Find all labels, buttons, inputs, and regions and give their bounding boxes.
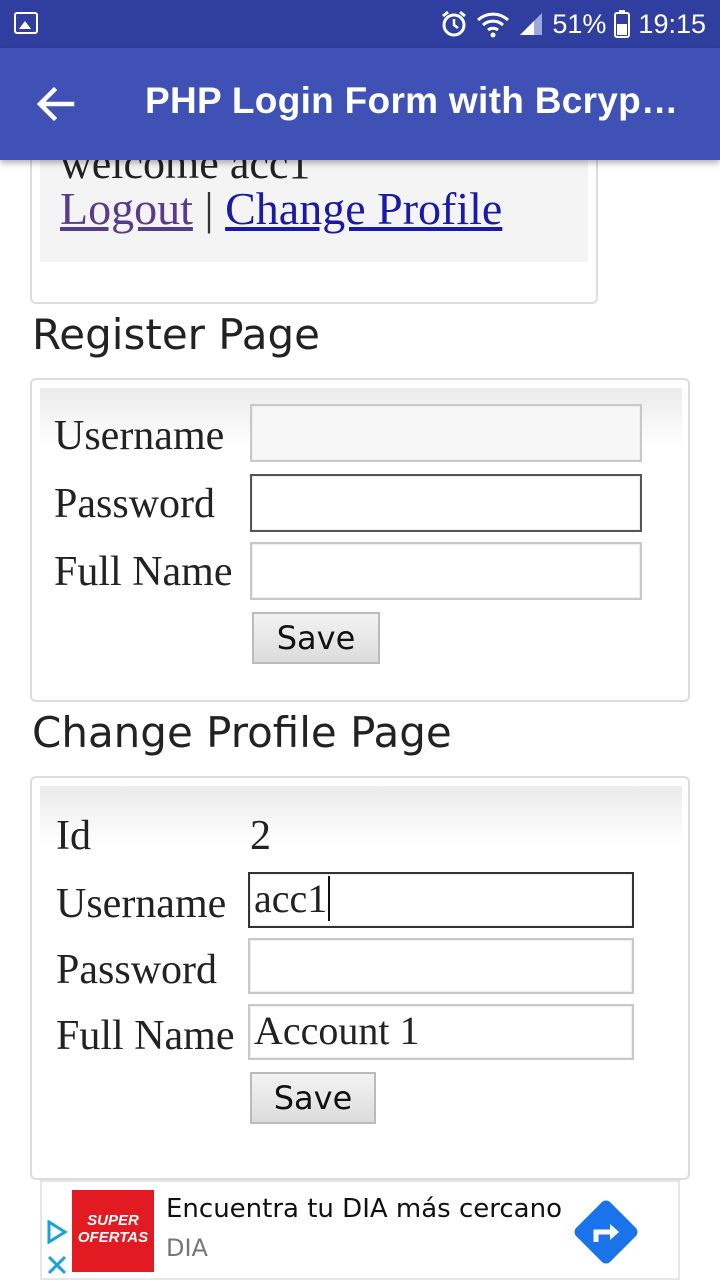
register-username-label: Username [54, 413, 225, 459]
profile-password-field [248, 938, 634, 994]
change-profile-heading: Change Profile Page [32, 708, 452, 757]
profile-fullname-value: Account 1 [254, 1008, 420, 1053]
status-icons: 51% 19:15 [440, 8, 706, 40]
register-heading: Register Page [32, 310, 320, 359]
clock: 19:15 [638, 8, 706, 39]
change-profile-screenshot-card: Id 2 Username acc1 Password Full Name Ac… [30, 776, 690, 1180]
ad-directions-icon[interactable] [570, 1196, 642, 1268]
battery-icon [614, 10, 631, 38]
register-fullname-field [250, 542, 642, 600]
wifi-icon [477, 12, 510, 38]
ad-headline[interactable]: Encuentra tu DIA más cercano [166, 1194, 562, 1224]
text-cursor [328, 876, 331, 921]
register-save-button: Save [252, 612, 380, 664]
profile-fullname-field: Account 1 [248, 1004, 634, 1060]
screenshot-links: Logout | Change Profile [60, 182, 502, 235]
register-fullname-label: Full Name [54, 549, 233, 595]
welcome-screenshot-card: welcome acc1 Logout | Change Profile [30, 160, 598, 304]
register-password-label: Password [54, 481, 216, 527]
app-bar: PHP Login Form with Bcryp… [0, 48, 720, 160]
profile-fullname-label: Full Name [56, 1013, 235, 1059]
profile-username-value: acc1 [254, 876, 328, 921]
ad-thumbnail-text: SUPER OFERTAS [77, 1212, 149, 1246]
change-profile-link: Change Profile [225, 183, 503, 234]
register-password-field [250, 474, 642, 532]
page-title: PHP Login Form with Bcryp… [145, 80, 679, 121]
ad-close-icon[interactable] [46, 1254, 68, 1276]
logout-link: Logout [60, 183, 193, 234]
adchoices-icon[interactable] [46, 1220, 68, 1244]
profile-id-label: Id [56, 813, 91, 859]
alarm-icon [442, 10, 467, 37]
change-profile-screenshot: Id 2 Username acc1 Password Full Name Ac… [40, 786, 682, 1166]
article-content[interactable]: welcome acc1 Logout | Change Profile Reg… [0, 160, 720, 1180]
register-screenshot: Username Password Full Name Save [40, 388, 682, 694]
ad-thumbnail[interactable]: SUPER OFERTAS [72, 1190, 154, 1272]
link-separator: | [204, 183, 214, 234]
profile-password-label: Password [56, 947, 218, 993]
profile-username-label: Username [56, 881, 227, 927]
profile-id-value: 2 [250, 813, 271, 859]
battery-percent: 51% [552, 8, 607, 39]
profile-username-field: acc1 [248, 872, 634, 928]
ad-advertiser: DIA [166, 1234, 208, 1262]
register-screenshot-card: Username Password Full Name Save [30, 378, 690, 702]
back-arrow-icon[interactable] [30, 78, 82, 130]
status-bar: 51% 19:15 [0, 0, 720, 48]
ad-banner[interactable]: SUPER OFERTAS Encuentra tu DIA más cerca… [40, 1180, 680, 1280]
welcome-screenshot: welcome acc1 Logout | Change Profile [40, 160, 588, 262]
image-notification-icon [14, 12, 38, 34]
signal-icon [520, 13, 543, 35]
profile-save-button: Save [250, 1072, 376, 1124]
register-username-field [250, 404, 642, 462]
